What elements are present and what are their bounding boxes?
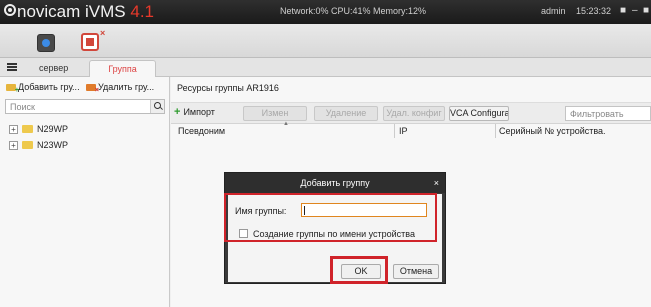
minimize-icon[interactable]: – — [632, 5, 638, 17]
search-input[interactable]: Поиск — [5, 99, 165, 114]
column-ip[interactable]: IP — [399, 126, 408, 136]
tab-group[interactable]: Группа — [89, 60, 156, 78]
folder-icon — [22, 125, 33, 133]
app-logo: novicam iVMS 4.1 — [4, 2, 154, 22]
logo-ring-icon — [4, 4, 16, 16]
tree-item[interactable]: + N23WP — [9, 139, 68, 152]
edit-button[interactable]: Измен — [243, 106, 307, 121]
search-placeholder: Поиск — [10, 102, 35, 112]
maximize-icon[interactable]: ■ — [643, 5, 649, 17]
folder-icon — [22, 141, 33, 149]
highlight-frame-ok — [330, 256, 388, 284]
filter-placeholder: Фильтровать — [570, 109, 624, 119]
tab-row: сервер Группа — [0, 58, 651, 78]
group-actions: + Добавить гру... × Удалить гру... — [0, 77, 170, 97]
app-name: novicam iVMS — [17, 2, 126, 21]
main-view-icon[interactable] — [37, 34, 55, 52]
tab-server[interactable]: сервер — [29, 60, 78, 78]
main-toolbar: × — [0, 24, 651, 58]
device-management-icon[interactable] — [81, 33, 99, 51]
vca-configuration-button[interactable]: VCA Configura... — [449, 106, 509, 121]
resource-toolbar: + Импорт Измен Удаление Удал. конфиг VCA … — [171, 102, 651, 124]
filter-input[interactable]: Фильтровать — [565, 106, 651, 121]
current-user: admin — [541, 6, 566, 16]
app-version: 4.1 — [130, 2, 155, 21]
title-bar: novicam iVMS 4.1 Network:0% CPU:41% Memo… — [0, 0, 651, 24]
resources-title: Ресурсы группы AR1916 — [177, 83, 279, 93]
import-button[interactable]: + Импорт — [174, 106, 236, 121]
add-group-button[interactable]: + Добавить гру... — [6, 77, 80, 97]
expand-icon[interactable]: + — [9, 125, 18, 134]
delete-config-button[interactable]: Удал. конфиг — [383, 106, 445, 121]
add-folder-icon: + — [6, 84, 19, 94]
close-tab-icon[interactable]: × — [100, 28, 105, 38]
clock: 15:23:32 — [576, 6, 612, 16]
column-serial[interactable]: Серийный № устройства. — [499, 126, 606, 136]
lock-icon[interactable]: ■ — [620, 5, 626, 17]
dialog-title: Добавить группу — [225, 173, 445, 193]
column-alias[interactable]: Псевдоним — [178, 126, 225, 136]
highlight-frame-form — [224, 193, 437, 242]
menu-icon[interactable] — [7, 63, 17, 71]
column-divider — [394, 124, 395, 138]
close-icon[interactable]: × — [434, 173, 439, 193]
delete-button[interactable]: Удаление — [314, 106, 378, 121]
system-status: Network:0% CPU:41% Memory:12% — [280, 6, 427, 16]
delete-folder-icon: × — [86, 84, 99, 94]
tree-item[interactable]: + N29WP — [9, 123, 68, 136]
expand-icon[interactable]: + — [9, 141, 18, 150]
cancel-button[interactable]: Отмена — [393, 264, 439, 279]
delete-group-button[interactable]: × Удалить гру... — [86, 77, 154, 97]
column-divider — [495, 124, 496, 138]
search-icon[interactable] — [150, 100, 164, 113]
group-panel: + Добавить гру... × Удалить гру... Поиск +… — [0, 77, 170, 307]
sort-icon: ▲ — [283, 121, 289, 127]
plus-icon: + — [174, 106, 181, 118]
